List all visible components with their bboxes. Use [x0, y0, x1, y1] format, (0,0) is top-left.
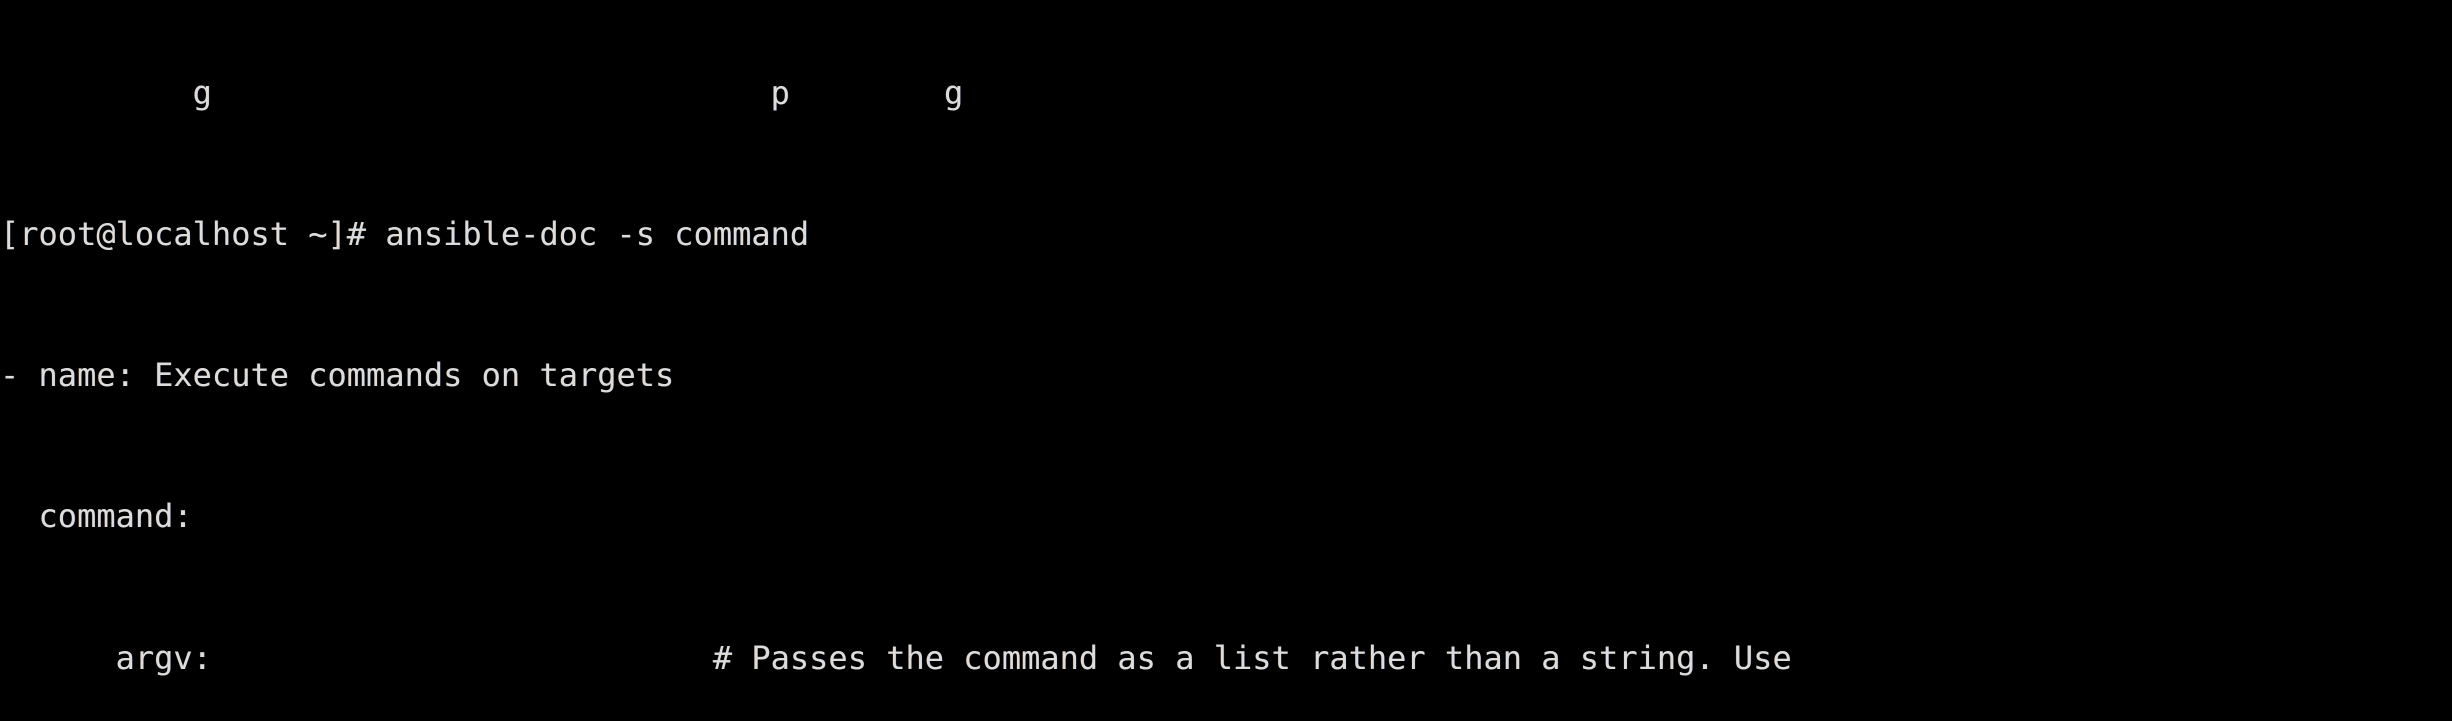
terminal-window[interactable]: g p g [root@localhost ~]# ansible-doc -s… — [0, 0, 2452, 721]
terminal-screen[interactable]: g p g [root@localhost ~]# ansible-doc -s… — [0, 0, 2452, 721]
terminal-line-option-argv: argv: # Passes the command as a list rat… — [0, 638, 1792, 677]
terminal-line-prompt-command[interactable]: [root@localhost ~]# ansible-doc -s comma… — [0, 216, 2452, 252]
terminal-line-scrollback-partial: g p g — [0, 73, 964, 112]
terminal-line-module-key: command: — [0, 497, 193, 536]
terminal-line-task-name: - name: Execute commands on targets — [0, 356, 675, 395]
